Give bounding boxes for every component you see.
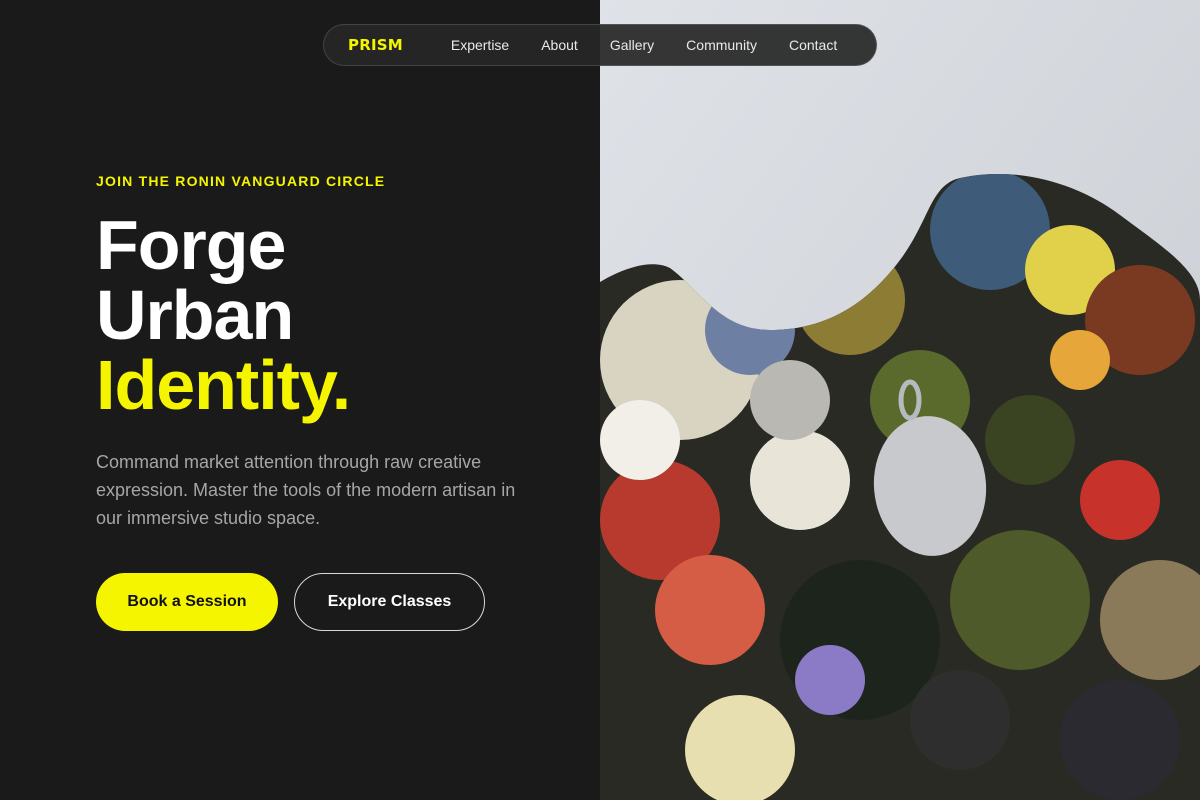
- hero-eyebrow: JOIN THE RONIN VANGUARD CIRCLE: [96, 173, 386, 189]
- hero-description: Command market attention through raw cre…: [96, 452, 516, 528]
- nav-link-contact[interactable]: Contact: [789, 37, 837, 53]
- nav-link-community[interactable]: Community: [686, 37, 757, 53]
- brand-logo[interactable]: PRISM: [348, 36, 403, 54]
- nav-link-about[interactable]: About: [541, 37, 578, 53]
- top-navigation: PRISM Expertise About Gallery Community …: [323, 24, 877, 66]
- explore-classes-button[interactable]: Explore Classes: [294, 573, 485, 631]
- headline-line-2: Urban: [96, 276, 294, 354]
- paint-palette-image: [600, 0, 1200, 800]
- headline-line-1: Forge: [96, 206, 286, 284]
- hero-left-panel: JOIN THE RONIN VANGUARD CIRCLE Forge Urb…: [0, 0, 600, 800]
- page: JOIN THE RONIN VANGUARD CIRCLE Forge Urb…: [0, 0, 1200, 800]
- nav-link-gallery[interactable]: Gallery: [610, 37, 654, 53]
- headline-line-3: Identity.: [96, 346, 351, 424]
- nav-links: Expertise About Gallery Community Contac…: [451, 37, 837, 53]
- hero-image-panel: [600, 0, 1200, 800]
- book-session-button[interactable]: Book a Session: [96, 573, 278, 631]
- nav-link-expertise[interactable]: Expertise: [451, 37, 509, 53]
- hero-headline: Forge Urban Identity.: [96, 206, 351, 424]
